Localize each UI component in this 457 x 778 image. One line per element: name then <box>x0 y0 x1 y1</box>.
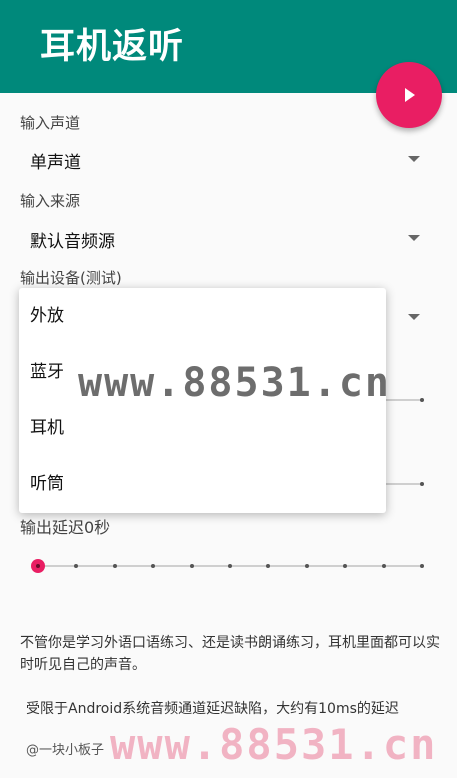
input-source-spinner[interactable]: 默认音频源 <box>20 223 430 253</box>
slider-tick <box>266 564 271 568</box>
input-source-label: 输入来源 <box>20 192 81 210</box>
slider-tick <box>228 564 232 568</box>
input-channel-spinner[interactable]: 单声道 <box>20 144 430 174</box>
slider-tick <box>74 564 79 568</box>
slider-tick <box>343 564 348 568</box>
dropdown-arrow-icon <box>408 314 420 320</box>
slider-tick <box>112 564 117 568</box>
description-text: 不管你是学习外语口语练习、还是读书朗诵练习，耳机里面都可以实时听见自己的声音。 <box>20 635 440 673</box>
dropdown-arrow-icon <box>408 156 420 162</box>
slider-tick <box>189 564 194 568</box>
slider-thumb[interactable] <box>31 559 45 573</box>
play-button[interactable] <box>376 62 442 128</box>
slider-tick <box>304 564 309 568</box>
output-delay-slider[interactable] <box>30 556 426 576</box>
slider-tick <box>420 564 424 568</box>
input-channel-value: 单声道 <box>30 153 81 173</box>
play-icon <box>405 88 415 102</box>
slider-tick <box>381 564 386 568</box>
app-title: 耳机返听 <box>40 27 185 67</box>
author-credit: @一块小板子 <box>26 743 105 758</box>
dropdown-arrow-icon <box>408 235 420 241</box>
watermark-text-bottom: www.88531.cn <box>110 720 438 769</box>
dropdown-option-speaker[interactable]: 外放 <box>19 288 386 344</box>
input-source-value: 默认音频源 <box>30 232 115 252</box>
slider-tick <box>151 564 156 568</box>
output-delay-label: 输出延迟0秒 <box>20 518 111 537</box>
output-device-label: 输出设备(测试) <box>20 269 122 287</box>
input-channel-label: 输入声道 <box>20 114 81 132</box>
watermark-text: www.88531.cn <box>78 360 391 406</box>
dropdown-option-earpiece[interactable]: 听筒 <box>19 456 386 512</box>
latency-note: 受限于Android系统音频通道延迟缺陷，大约有10ms的延迟 <box>26 701 399 717</box>
dropdown-option-headphones[interactable]: 耳机 <box>19 400 386 456</box>
